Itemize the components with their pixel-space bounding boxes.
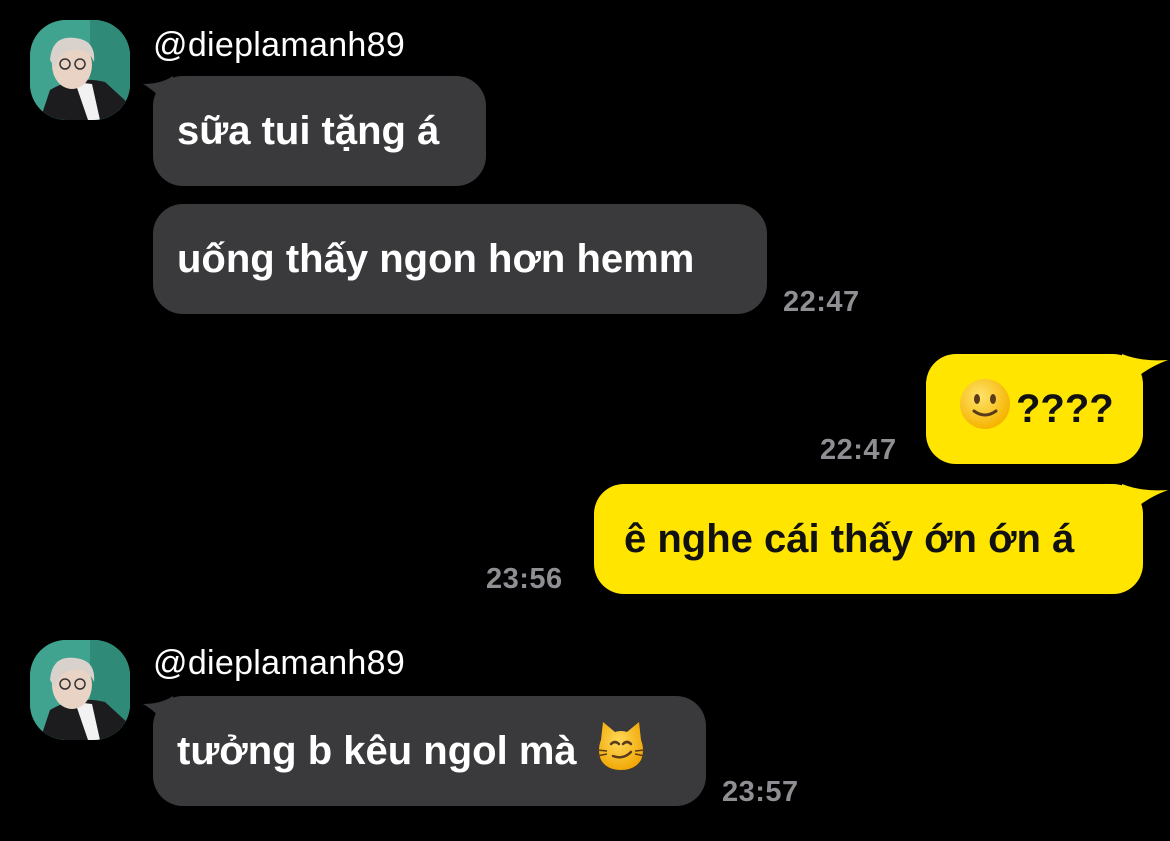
message-text: tưởng b kêu ngol mà [177,728,577,773]
outgoing-message-bubble[interactable]: ê nghe cái thấy ớn ớn á [594,484,1143,594]
message-text: sữa tui tặng á [177,108,440,153]
incoming-message-bubble[interactable]: sữa tui tặng á [153,76,486,186]
message-timestamp: 22:47 [783,286,860,318]
outgoing-message-bubble[interactable]: ???? [926,354,1143,464]
incoming-message-bubble[interactable]: uống thấy ngon hơn hemm [153,204,767,314]
avatar[interactable] [30,20,130,120]
message-timestamp: 23:57 [722,776,799,808]
sender-username[interactable]: @dieplamanh89 [153,26,405,65]
avatar[interactable] [30,640,130,740]
chat-screen: @dieplamanh89 sữa tui tặng á uống thấy n… [0,0,1170,841]
smirk-cat-icon [595,720,647,782]
sender-username[interactable]: @dieplamanh89 [153,644,405,683]
message-timestamp: 23:56 [486,563,563,595]
message-text: ê nghe cái thấy ớn ớn á [624,516,1075,561]
message-text: uống thấy ngon hơn hemm [177,236,695,281]
incoming-message-bubble[interactable]: tưởng b kêu ngol mà [153,696,706,806]
slightly-smiling-face-icon [958,377,1012,441]
message-text: ???? [1016,386,1114,431]
message-timestamp: 22:47 [820,434,897,466]
avatar-photo-icon [30,640,130,740]
avatar-photo-icon [30,20,130,120]
